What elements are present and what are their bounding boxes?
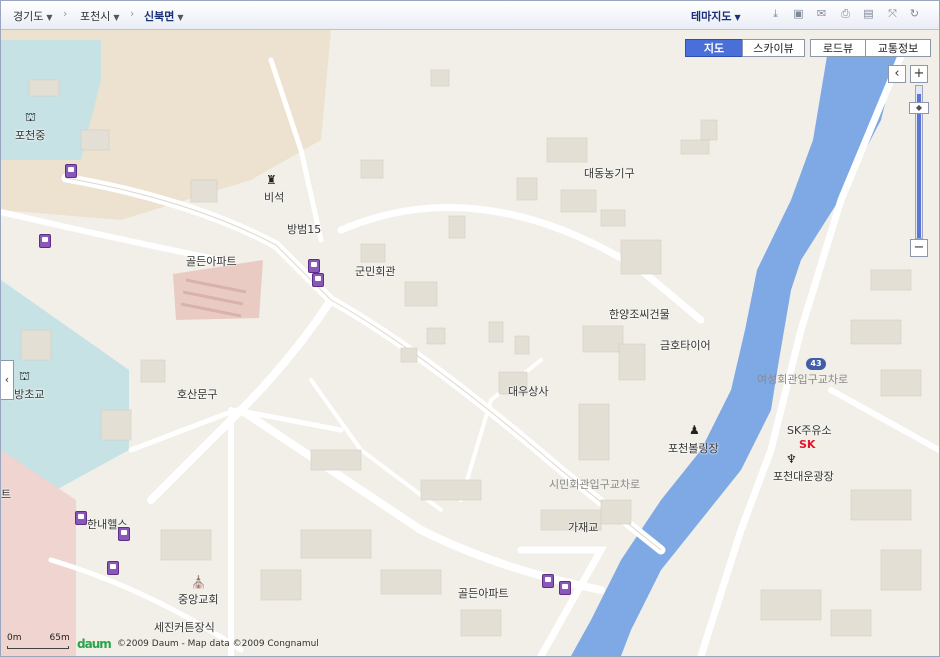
place-label[interactable]: 대우상사 xyxy=(508,383,548,399)
zoom-out-button[interactable]: − xyxy=(910,239,928,257)
place-label[interactable]: 대동농기구 xyxy=(584,165,635,181)
place-label[interactable]: 가재교 xyxy=(568,519,598,535)
place-label[interactable]: 골든아파트 xyxy=(458,585,509,601)
chevron-down-icon: ▼ xyxy=(46,13,53,22)
road-label: 시민회관입구교차로 xyxy=(549,478,641,491)
copyright-text: ©2009 Daum - Map data ©2009 Congnamul xyxy=(117,639,319,649)
map-base xyxy=(1,30,939,656)
place-label[interactable]: 중앙교회 xyxy=(178,591,218,607)
school-icon: ⛫ xyxy=(19,369,31,383)
place-label[interactable]: 군민회관 xyxy=(355,263,395,279)
zoom-in-button[interactable]: + xyxy=(910,65,928,83)
place-label[interactable]: 한양조씨건물 xyxy=(609,306,670,322)
bus-stop-icon[interactable] xyxy=(65,164,77,178)
theme-map-menu[interactable]: 테마지도 ▼ xyxy=(691,8,741,24)
bus-stop-icon[interactable] xyxy=(39,234,51,248)
bus-stop-icon[interactable] xyxy=(542,574,554,588)
zoom-slider-handle[interactable]: ◆ xyxy=(909,102,929,114)
chevron-down-icon: ▼ xyxy=(177,13,184,22)
monument-icon: ♜ xyxy=(266,173,277,187)
place-label[interactable]: 방범15 xyxy=(287,221,321,237)
bus-stop-icon[interactable] xyxy=(75,511,87,525)
place-label[interactable]: 금호타이어 xyxy=(660,337,711,353)
map-canvas[interactable]: ⛫ 포천중 ♜ 비석 방범15 골든아파트 군민회관 대동농기구 한양조씨건물 … xyxy=(1,30,939,656)
ruler-icon[interactable]: ▤ xyxy=(862,8,875,20)
tab-traffic[interactable]: 교통정보 xyxy=(865,39,931,57)
save-icon[interactable]: ▣ xyxy=(792,8,805,20)
tab-map[interactable]: 지도 xyxy=(685,39,743,57)
breadcrumb-separator-icon: › xyxy=(63,7,68,20)
place-label[interactable]: 트 xyxy=(1,486,11,502)
school-icon: ⛫ xyxy=(25,110,37,124)
breadcrumb-district[interactable]: 신북면 ▼ xyxy=(144,8,184,24)
church-icon: ⛪ xyxy=(191,575,206,589)
scale-label: 0m 65m xyxy=(7,633,70,643)
place-label[interactable]: SK주유소 xyxy=(787,422,832,438)
bus-stop-icon[interactable] xyxy=(118,527,130,541)
place-label[interactable]: 포천대운광장 xyxy=(773,468,834,484)
sk-logo: SK xyxy=(799,438,816,451)
back-button[interactable]: ‹ xyxy=(888,65,906,83)
breadcrumb-province[interactable]: 경기도 ▼ xyxy=(13,8,53,24)
map-window: 경기도 ▼ › 포천시 ▼ › 신북면 ▼ 테마지도 ▼ ⤓ ▣ ✉ ⎙ ▤ ⤧ ↻ xyxy=(0,0,940,657)
breadcrumb-separator-icon: › xyxy=(130,7,135,20)
top-toolbar: 경기도 ▼ › 포천시 ▼ › 신북면 ▼ 테마지도 ▼ ⤓ ▣ ✉ ⎙ ▤ ⤧ ↻ xyxy=(1,1,939,30)
place-label[interactable]: 골든아파트 xyxy=(186,253,237,269)
bus-stop-icon[interactable] xyxy=(107,561,119,575)
chevron-down-icon: ▼ xyxy=(113,13,120,22)
refresh-icon[interactable]: ↻ xyxy=(908,8,921,20)
route-shield: 43 xyxy=(806,358,826,370)
print-icon[interactable]: ⎙ xyxy=(839,8,852,20)
chevron-down-icon: ▼ xyxy=(734,13,741,22)
download-icon[interactable]: ⤓ xyxy=(769,8,782,20)
bus-stop-icon[interactable] xyxy=(312,273,324,287)
breadcrumb-city[interactable]: 포천시 ▼ xyxy=(80,8,120,24)
bus-stop-icon[interactable] xyxy=(559,581,571,595)
left-panel-toggle[interactable]: ‹ xyxy=(1,360,14,400)
zoom-level-fill xyxy=(917,94,921,238)
place-label[interactable]: 호산문구 xyxy=(177,386,217,402)
tab-skyview[interactable]: 스카이뷰 xyxy=(742,39,805,57)
road-label: 여성회관입구교차로 xyxy=(757,373,849,386)
place-label[interactable]: 세진커튼장식 xyxy=(154,619,215,635)
tab-roadview[interactable]: 로드뷰 xyxy=(810,39,866,57)
scale-bar xyxy=(7,646,69,649)
place-label[interactable]: 비석 xyxy=(264,189,284,205)
fullscreen-icon[interactable]: ⤧ xyxy=(886,8,899,20)
bus-stop-icon[interactable] xyxy=(308,259,320,273)
restaurant-icon: ♆ xyxy=(786,452,797,466)
mail-icon[interactable]: ✉ xyxy=(815,8,828,20)
bowling-icon: ♟ xyxy=(689,423,700,437)
place-label[interactable]: 포천중 xyxy=(15,127,45,143)
place-label[interactable]: 포천볼링장 xyxy=(668,440,719,456)
daum-logo: daum xyxy=(77,637,112,651)
